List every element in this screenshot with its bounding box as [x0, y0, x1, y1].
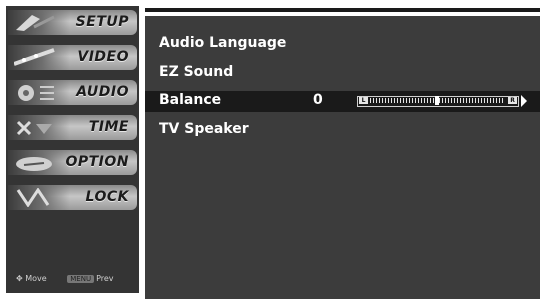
menu-key-icon: MENU [67, 275, 95, 283]
lock-picture-icon [16, 188, 50, 207]
prev-hint-label: Prev [96, 274, 114, 283]
prev-hint: MENU Prev [67, 274, 122, 283]
menu-tab-label: SETUP [75, 14, 129, 30]
balance-value: 0 [313, 92, 323, 108]
menu-tab-label: TIME [88, 119, 129, 135]
time-picture-icon [16, 120, 52, 136]
menu-item-balance[interactable]: Balance 0 L R [145, 91, 540, 112]
video-picture-icon [14, 48, 55, 66]
audio-picture-icon [18, 85, 54, 101]
menu-tab-label: LOCK [85, 189, 129, 205]
menu-tab-audio[interactable]: AUDIO [8, 80, 137, 105]
top-divider [145, 8, 540, 12]
menu-item-label: EZ Sound [159, 64, 234, 80]
menu-item-tv-speaker[interactable]: TV Speaker [145, 120, 540, 141]
menu-tab-setup[interactable]: SETUP [8, 10, 137, 35]
slider-right-label: R [508, 97, 517, 104]
menu-item-label: TV Speaker [159, 121, 249, 137]
setup-picture-icon [16, 15, 55, 31]
option-picture-icon [16, 157, 52, 171]
navigation-legend: ✥ Move MENU Prev [16, 274, 132, 283]
menu-tab-label: OPTION [65, 154, 129, 170]
menu-tab-lock[interactable]: LOCK [8, 185, 137, 210]
right-arrow-icon[interactable] [521, 95, 527, 107]
menu-tab-label: VIDEO [77, 49, 129, 65]
move-hint: ✥ Move [16, 274, 47, 283]
menu-tab-option[interactable]: OPTION [8, 150, 137, 175]
menu-item-label: Balance [159, 92, 222, 108]
menu-tab-label: AUDIO [76, 84, 129, 100]
menu-item-label: Audio Language [159, 35, 287, 51]
menu-tab-time[interactable]: TIME [8, 115, 137, 140]
move-hint-label: Move [25, 274, 47, 283]
slider-handle[interactable] [435, 96, 439, 105]
menu-tab-video[interactable]: VIDEO [8, 45, 137, 70]
balance-slider[interactable]: L R [357, 96, 519, 107]
main-menu-sidebar: SETUP VIDEO AUDIO TIME OPTION LOCK ✥ Mov… [6, 6, 139, 293]
audio-menu-panel: Audio Language EZ Sound Balance 0 L R TV… [145, 16, 540, 299]
menu-item-ez-sound[interactable]: EZ Sound [145, 63, 540, 84]
slider-left-label: L [359, 97, 368, 104]
menu-item-audio-language[interactable]: Audio Language [145, 34, 540, 55]
